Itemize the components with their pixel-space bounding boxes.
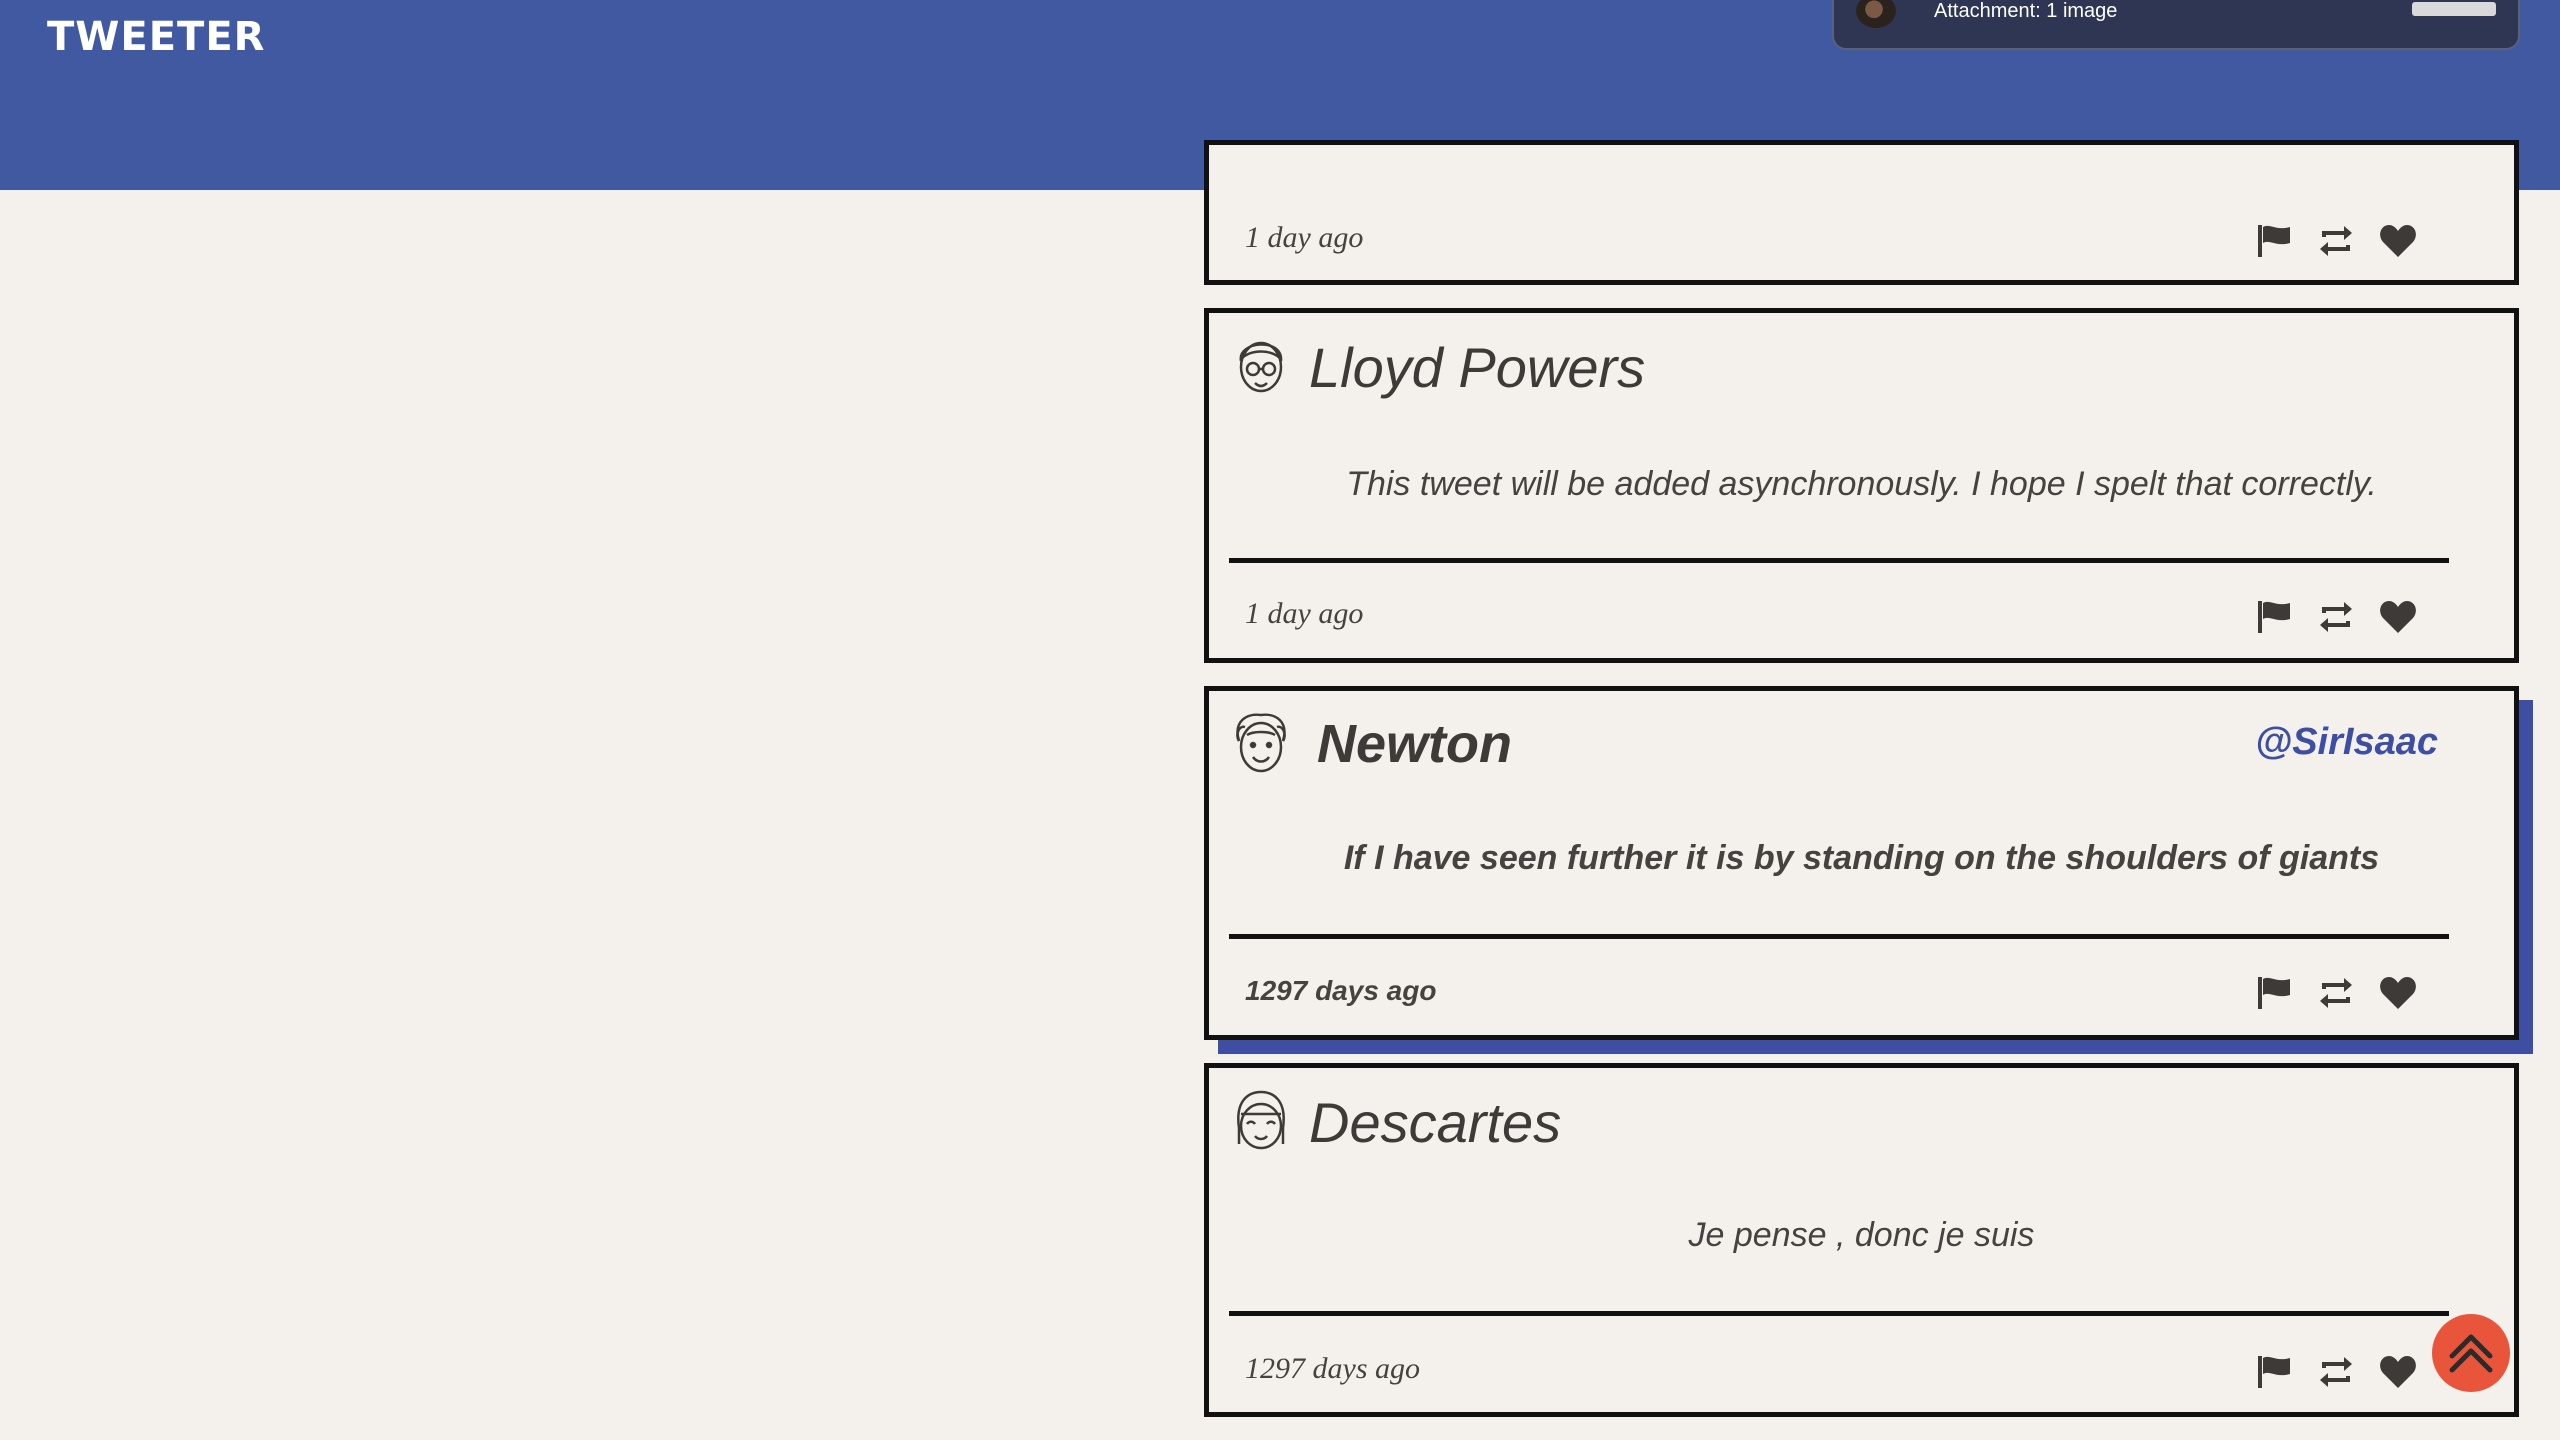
retweet-icon[interactable]: [2316, 975, 2356, 1011]
tweet-card: 1 day ago: [1204, 140, 2519, 285]
heart-icon[interactable]: [2378, 223, 2418, 259]
notification-thumbnail: [2412, 2, 2496, 16]
heart-icon[interactable]: [2378, 1354, 2418, 1390]
tweet-timestamp: 1 day ago: [1245, 597, 1364, 630]
flag-icon[interactable]: [2254, 223, 2294, 259]
tweet-actions: [2254, 223, 2418, 259]
heart-icon[interactable]: [2378, 975, 2418, 1011]
tweet-card: Newton @SirIsaac If I have seen further …: [1204, 686, 2519, 1040]
tweet-actions: [2254, 599, 2418, 635]
flag-icon[interactable]: [2254, 1354, 2294, 1390]
retweet-icon[interactable]: [2316, 599, 2356, 635]
tweet-card: Descartes Je pense , donc je suis 1297 d…: [1204, 1063, 2519, 1417]
notification-text: Attachment: 1 image: [1934, 0, 2118, 22]
double-chevron-up-icon: [2449, 1334, 2493, 1373]
tweet-author-name[interactable]: Lloyd Powers: [1309, 335, 1645, 400]
tweet-divider: [1229, 934, 2449, 939]
retweet-icon[interactable]: [2316, 223, 2356, 259]
tweet-divider: [1229, 1311, 2449, 1316]
tweet-text: This tweet will be added asynchronously.…: [1346, 465, 2377, 503]
tweet-card: Lloyd Powers This tweet will be added as…: [1204, 308, 2519, 663]
tweet-divider: [1229, 558, 2449, 563]
tweet-author-handle[interactable]: @SirIsaac: [2255, 721, 2438, 764]
tweet-author-name[interactable]: Newton: [1317, 713, 1512, 775]
tweet-text: If I have seen further it is by standing…: [1343, 839, 2380, 877]
tweet-text: Je pense , donc je suis: [1688, 1216, 2035, 1254]
flag-icon[interactable]: [2254, 975, 2294, 1011]
avatar-icon: [1236, 713, 1286, 773]
avatar-icon: [1237, 1090, 1285, 1150]
scroll-to-top-button[interactable]: [2432, 1314, 2510, 1392]
tweet-timestamp: 1 day ago: [1245, 221, 1364, 254]
avatar-icon: [1239, 341, 1283, 393]
tweet-timestamp: 1297 days ago: [1245, 975, 1437, 1006]
tweet-author-name[interactable]: Descartes: [1309, 1090, 1561, 1155]
heart-icon[interactable]: [2378, 599, 2418, 635]
retweet-icon[interactable]: [2316, 1354, 2356, 1390]
tweet-actions: [2254, 1354, 2418, 1390]
flag-icon[interactable]: [2254, 599, 2294, 635]
notification-toast[interactable]: Attachment: 1 image: [1832, 0, 2520, 50]
tweet-timestamp: 1297 days ago: [1245, 1352, 1420, 1385]
tweet-actions: [2254, 975, 2418, 1011]
notification-avatar: [1856, 0, 1896, 28]
app-logo[interactable]: TWEETER: [47, 14, 265, 60]
